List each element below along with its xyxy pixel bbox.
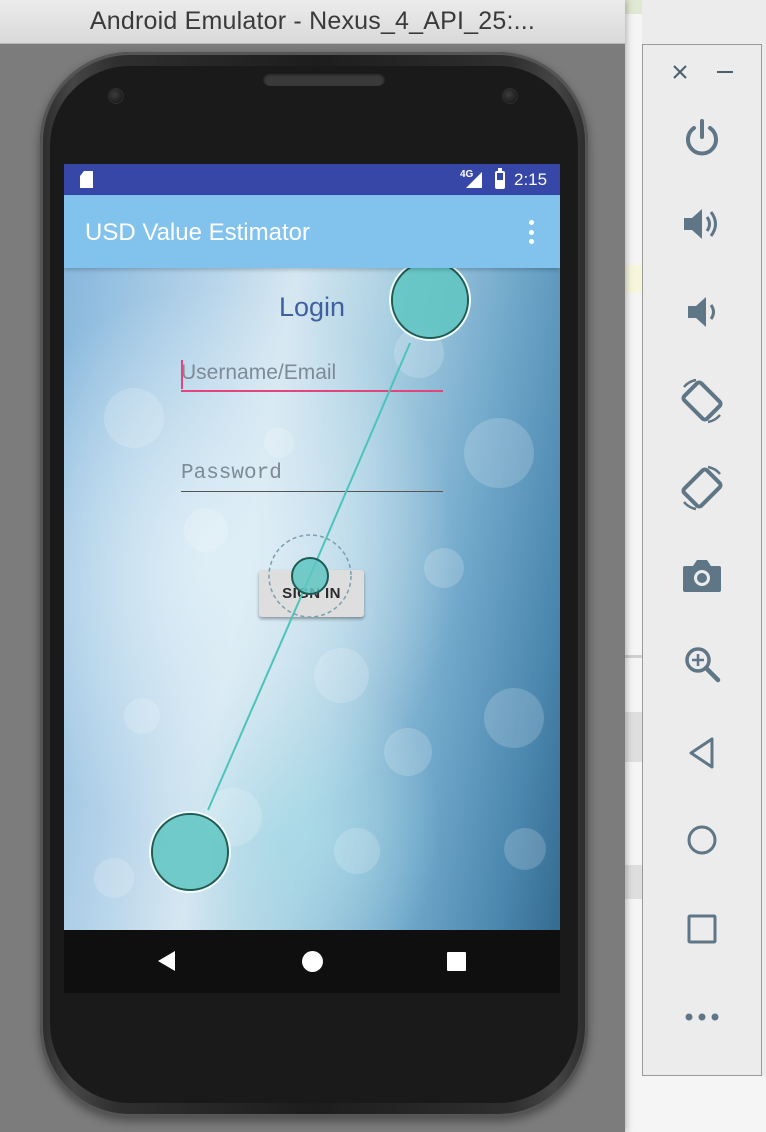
- battery-icon: [495, 168, 505, 189]
- sd-card-icon: [80, 171, 93, 188]
- emulator-window: Android Emulator - Nexus_4_API_25:... 4G…: [0, 0, 625, 1132]
- background-ide-panel: [625, 1076, 766, 1132]
- signal-icon: [466, 172, 482, 188]
- text-cursor: [181, 360, 183, 389]
- power-button[interactable]: [643, 107, 761, 167]
- nav-recents-icon[interactable]: [447, 952, 466, 971]
- username-field[interactable]: [181, 356, 443, 392]
- proximity-sensor: [108, 88, 124, 104]
- volume-up-icon: [684, 209, 717, 239]
- overflow-menu-icon[interactable]: [526, 220, 536, 244]
- nav-back-icon[interactable]: [158, 951, 175, 971]
- password-field[interactable]: [181, 456, 443, 492]
- back-icon: [689, 737, 714, 769]
- status-time: 2:15: [514, 170, 548, 189]
- camera-icon: [683, 560, 721, 592]
- rotate-left-button[interactable]: [643, 371, 761, 431]
- navigation-bar: [64, 930, 560, 993]
- rotate-right-icon: [681, 465, 723, 511]
- sign-in-button[interactable]: SIGN IN: [259, 570, 364, 617]
- front-camera: [502, 88, 518, 104]
- nav-home-icon[interactable]: [302, 951, 323, 972]
- background-ide-strip: [625, 0, 642, 1132]
- volume-up-button[interactable]: [643, 194, 761, 254]
- minimize-icon[interactable]: [710, 57, 740, 87]
- app-title: USD Value Estimator: [85, 219, 310, 246]
- window-titlebar[interactable]: Android Emulator - Nexus_4_API_25:...: [0, 0, 625, 44]
- app-bar: USD Value Estimator: [64, 195, 560, 268]
- zoom-button[interactable]: [643, 634, 761, 694]
- zoom-icon: [685, 647, 721, 683]
- more-icon: [685, 1013, 719, 1021]
- back-button[interactable]: [643, 723, 761, 783]
- speaker-grille: [263, 72, 385, 86]
- home-button[interactable]: [643, 810, 761, 870]
- more-button[interactable]: [643, 987, 761, 1047]
- login-screen: Login SIGN IN: [64, 268, 560, 930]
- overview-button[interactable]: [643, 899, 761, 959]
- window-title: Android Emulator - Nexus_4_API_25:...: [89, 7, 536, 35]
- home-icon: [687, 825, 717, 855]
- rotate-right-button[interactable]: [643, 458, 761, 518]
- status-bar: 4G 2:15: [64, 164, 560, 195]
- emulator-toolbar: [642, 44, 762, 1076]
- close-icon[interactable]: [665, 57, 695, 87]
- device-screen[interactable]: 4G 2:15 USD Value Estimator Login Userna…: [64, 164, 560, 993]
- overview-icon: [687, 914, 717, 944]
- volume-down-button[interactable]: [643, 282, 761, 342]
- power-icon: [686, 119, 718, 156]
- screenshot-button[interactable]: [643, 546, 761, 606]
- rotate-left-icon: [681, 378, 723, 424]
- login-heading: Login: [278, 292, 346, 322]
- volume-down-icon: [688, 297, 715, 327]
